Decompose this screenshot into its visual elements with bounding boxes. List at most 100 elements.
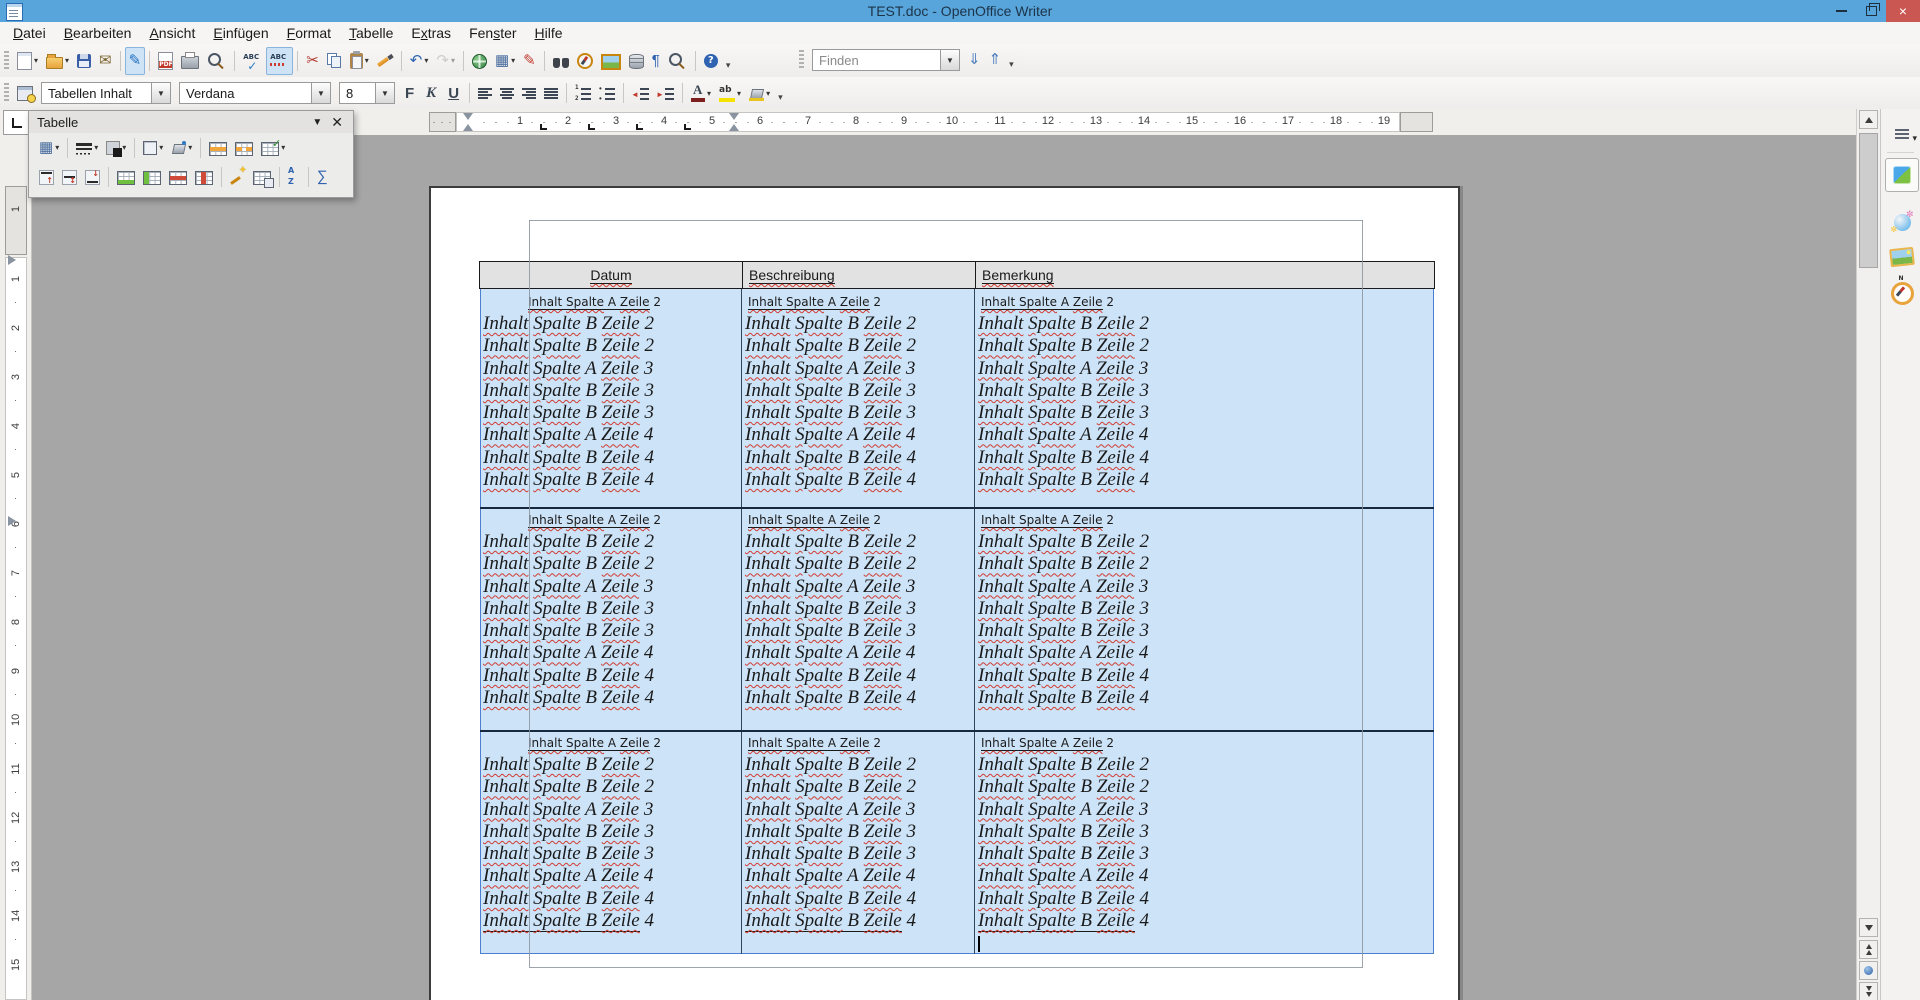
- chevron-down-icon[interactable]: ▼: [375, 83, 394, 103]
- export-pdf-button[interactable]: [154, 47, 177, 75]
- sidebar-settings[interactable]: [1885, 117, 1919, 151]
- open-button[interactable]: ▾: [42, 47, 73, 75]
- align-bottom-button[interactable]: [81, 163, 104, 191]
- table-cell[interactable]: Inhalt Spalte A Zeile 2Inhalt Spalte B Z…: [975, 291, 1434, 505]
- chevron-down-icon[interactable]: ▼: [940, 50, 959, 70]
- toolbar-grip[interactable]: [799, 50, 804, 70]
- chevron-down-icon[interactable]: ▼: [311, 83, 330, 103]
- data-sources-button[interactable]: [625, 47, 648, 75]
- italic-button[interactable]: K: [420, 79, 442, 107]
- toolbar-grip[interactable]: [4, 51, 9, 71]
- insert-table-button[interactable]: ▦▾: [491, 47, 519, 75]
- find-up-button[interactable]: ⇑: [985, 46, 1006, 74]
- scroll-down-button[interactable]: [1859, 918, 1878, 937]
- table-cell[interactable]: Inhalt Spalte A Zeile 2Inhalt Spalte B Z…: [480, 291, 742, 505]
- menu-hilfe[interactable]: Hilfe: [526, 23, 572, 43]
- menu-ansicht[interactable]: Ansicht: [140, 23, 204, 43]
- column-header-beschreibung[interactable]: Beschreibung: [742, 262, 975, 288]
- minimize-button[interactable]: [1826, 0, 1856, 22]
- styles-deck-tab[interactable]: [1885, 205, 1919, 239]
- menu-fenster[interactable]: Fenster: [460, 23, 525, 43]
- insert-table-button[interactable]: ▦▾: [35, 134, 63, 162]
- navigator-deck-tab[interactable]: [1885, 276, 1919, 310]
- background-color-button[interactable]: ▾: [745, 79, 774, 107]
- autoformat-button[interactable]: [226, 163, 249, 191]
- table-background-button[interactable]: ▾: [167, 134, 196, 162]
- menu-tabelle[interactable]: Tabelle: [340, 23, 402, 43]
- merge-cells-button[interactable]: [205, 134, 231, 162]
- line-color-button[interactable]: ▾: [102, 134, 130, 162]
- spellcheck-button[interactable]: [239, 47, 266, 75]
- next-page-button[interactable]: [1859, 982, 1878, 1000]
- scroll-up-button[interactable]: [1859, 110, 1878, 129]
- delete-row-button[interactable]: [165, 163, 191, 191]
- indent-marker[interactable]: [463, 124, 473, 131]
- menu-format[interactable]: Format: [278, 23, 340, 43]
- edit-file-button[interactable]: ✎: [125, 47, 146, 75]
- line-style-button[interactable]: ▾: [72, 134, 102, 162]
- delete-column-button[interactable]: [191, 163, 217, 191]
- help-button[interactable]: [700, 47, 722, 75]
- paste-button[interactable]: ▾: [346, 47, 373, 75]
- optimize-button[interactable]: ▾: [257, 134, 289, 162]
- table-cell[interactable]: Inhalt Spalte A Zeile 2Inhalt Spalte B Z…: [742, 509, 975, 728]
- draw-functions-button[interactable]: ✎: [519, 47, 540, 75]
- table-cell[interactable]: Inhalt Spalte A Zeile 2Inhalt Spalte B Z…: [480, 732, 742, 952]
- toolbar-options-button[interactable]: [1005, 46, 1022, 74]
- tab-stop-type-selector[interactable]: [3, 110, 31, 135]
- table-cell[interactable]: Inhalt Spalte A Zeile 2Inhalt Spalte B Z…: [480, 509, 742, 728]
- split-cells-button[interactable]: [231, 134, 257, 162]
- indent-marker[interactable]: [729, 113, 739, 120]
- insert-row-button[interactable]: [113, 163, 139, 191]
- cut-button[interactable]: ✂: [302, 47, 323, 75]
- font-color-button[interactable]: ▾: [687, 79, 715, 107]
- find-replace-button[interactable]: [549, 47, 573, 75]
- find-input[interactable]: Finden ▼: [812, 49, 960, 71]
- chevron-down-icon[interactable]: ▼: [151, 83, 170, 103]
- close-toolbar-button[interactable]: ✕: [329, 114, 345, 131]
- find-down-button[interactable]: ⇓: [964, 46, 985, 74]
- borders-button[interactable]: ▾: [139, 134, 167, 162]
- align-center-button[interactable]: [496, 79, 518, 107]
- column-header-datum[interactable]: Datum: [480, 262, 742, 288]
- underline-button[interactable]: U: [442, 79, 465, 107]
- styles-window-button[interactable]: [13, 79, 37, 107]
- align-right-button[interactable]: [518, 79, 540, 107]
- insert-column-button[interactable]: [139, 163, 165, 191]
- table-cell[interactable]: Inhalt Spalte A Zeile 2Inhalt Spalte B Z…: [742, 291, 975, 505]
- indent-marker[interactable]: [463, 113, 473, 120]
- vertical-ruler[interactable]: 1123456789101112131415··············: [5, 135, 27, 1000]
- print-button[interactable]: [177, 47, 203, 75]
- indent-marker[interactable]: [8, 516, 16, 526]
- title-bar[interactable]: TEST.doc - OpenOffice Writer ×: [0, 0, 1920, 22]
- vertical-scrollbar[interactable]: [1856, 109, 1880, 1000]
- font-name-combo[interactable]: Verdana▼: [179, 82, 331, 104]
- scroll-thumb[interactable]: [1859, 133, 1878, 268]
- gallery-button[interactable]: [597, 47, 625, 75]
- restore-button[interactable]: [1856, 0, 1886, 22]
- indent-marker[interactable]: [8, 255, 16, 265]
- properties-deck-tab[interactable]: [1885, 158, 1919, 192]
- close-button[interactable]: ×: [1886, 0, 1920, 22]
- table-cell[interactable]: Inhalt Spalte A Zeile 2Inhalt Spalte B Z…: [975, 732, 1434, 952]
- table-cell[interactable]: Inhalt Spalte A Zeile 2Inhalt Spalte B Z…: [975, 509, 1434, 728]
- menu-bearbeiten[interactable]: Bearbeiten: [55, 23, 141, 43]
- indent-marker[interactable]: [729, 124, 739, 131]
- gallery-deck-tab[interactable]: [1885, 240, 1919, 274]
- align-left-button[interactable]: [474, 79, 496, 107]
- zoom-button[interactable]: [664, 47, 691, 75]
- sum-button[interactable]: ∑: [313, 163, 332, 191]
- bold-button[interactable]: F: [399, 79, 420, 107]
- column-header-bemerkung[interactable]: Bemerkung: [975, 262, 1434, 288]
- menu-extras[interactable]: Extras: [402, 23, 460, 43]
- menu-einfgen[interactable]: Einfügen: [204, 23, 277, 43]
- navigation-button[interactable]: [1859, 961, 1878, 980]
- highlighting-button[interactable]: ▾: [715, 79, 745, 107]
- sort-button[interactable]: [284, 163, 304, 191]
- justified-button[interactable]: [540, 79, 562, 107]
- page-preview-button[interactable]: [203, 47, 230, 75]
- toolbar-options-button[interactable]: [722, 47, 739, 75]
- numbered-list-button[interactable]: [571, 79, 595, 107]
- align-top-button[interactable]: [35, 163, 58, 191]
- toolbar-options-button[interactable]: [774, 79, 791, 107]
